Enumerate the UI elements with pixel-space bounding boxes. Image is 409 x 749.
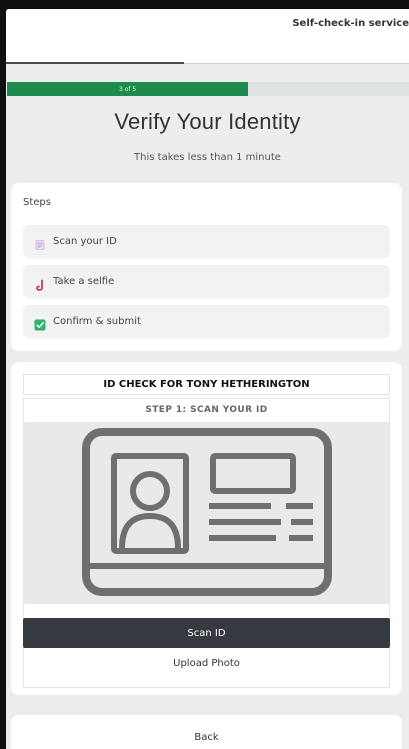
step-item-confirm: Confirm & submit — [23, 305, 390, 338]
step-item-selfie: Take a selfie — [23, 265, 390, 298]
id-check-title: ID CHECK FOR TONY HETHERINGTON — [23, 374, 390, 395]
app-title: Self-check-in service — [292, 18, 409, 29]
step-label: Scan your ID — [53, 236, 117, 247]
back-card: Back — [11, 715, 402, 749]
step-label: Take a selfie — [53, 276, 115, 287]
back-button[interactable]: Back — [11, 732, 402, 743]
id-card-illustration — [24, 422, 389, 604]
id-check-card: ID CHECK FOR TONY HETHERINGTON STEP 1: S… — [11, 362, 402, 695]
step-item-scan-id: Scan your ID — [23, 225, 390, 258]
id-card-icon — [82, 428, 332, 596]
progress-bar: 3 of 5 — [7, 82, 409, 96]
id-scan-panel: STEP 1: SCAN YOUR ID Scan ID Upload Phot… — [23, 398, 390, 688]
progress-bar-fill: 3 of 5 — [7, 82, 249, 96]
app-window: Self-check-in service 3 of 5 Verify Your… — [6, 9, 409, 749]
active-tab-indicator — [6, 62, 184, 64]
top-bar: Self-check-in service — [6, 9, 409, 64]
scan-id-button[interactable]: Scan ID — [23, 618, 390, 648]
page-subtitle: This takes less than 1 minute — [134, 152, 281, 163]
steps-title: Steps — [23, 197, 51, 208]
upload-photo-link[interactable]: Upload Photo — [24, 654, 389, 674]
selfie-icon — [34, 276, 46, 291]
page-title: Verify Your Identity — [114, 109, 301, 134]
steps-card: Steps Scan your ID Take a selfie Confirm… — [11, 183, 402, 351]
progress-label: 3 of 5 — [118, 85, 137, 93]
scan-step-label: STEP 1: SCAN YOUR ID — [145, 405, 268, 415]
step-label: Confirm & submit — [53, 316, 141, 327]
checkbox-checked-icon — [34, 316, 46, 330]
id-card-icon — [34, 236, 46, 250]
